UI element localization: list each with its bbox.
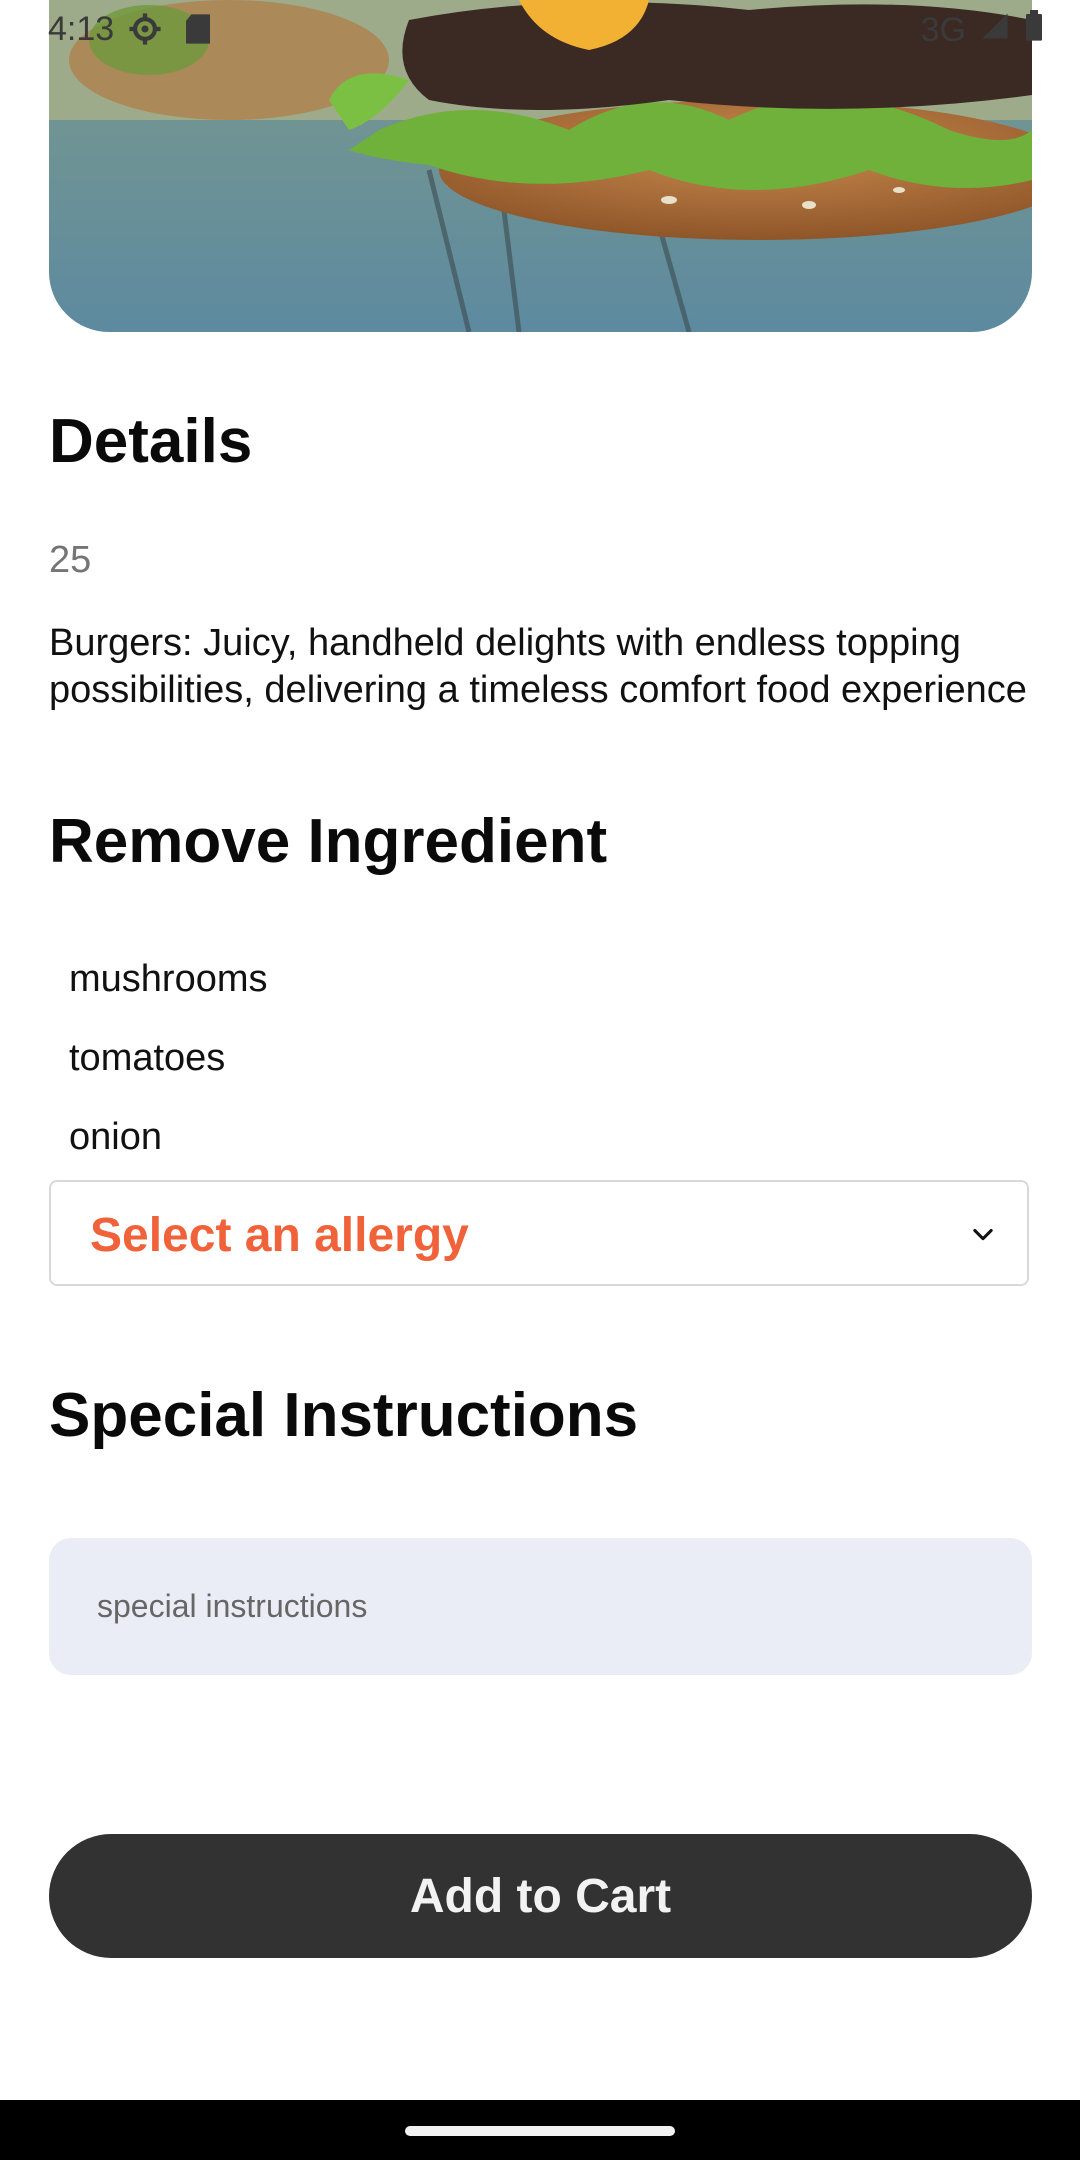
home-indicator[interactable]	[405, 2126, 675, 2136]
ingredient-item-tomatoes[interactable]: tomatoes	[49, 1019, 1032, 1098]
remove-ingredient-title: Remove Ingredient	[49, 807, 608, 876]
item-price: 25	[49, 539, 92, 581]
network-label: 3G	[920, 11, 966, 49]
signal-icon	[980, 11, 1010, 50]
battery-icon	[1024, 10, 1044, 51]
status-time: 4:13	[48, 10, 115, 48]
chevron-down-icon	[969, 1220, 997, 1253]
settings-icon	[128, 12, 162, 55]
ingredient-item-mushrooms[interactable]: mushrooms	[49, 940, 1032, 1019]
add-to-cart-button[interactable]: Add to Cart	[49, 1834, 1032, 1958]
ingredient-list: mushrooms tomatoes onion	[49, 940, 1032, 1177]
sd-card-icon	[184, 13, 212, 54]
allergy-dropdown[interactable]: Select an allergy	[49, 1180, 1029, 1286]
item-description: Burgers: Juicy, handheld delights with e…	[49, 622, 1027, 711]
details-title: Details	[49, 407, 253, 476]
special-instructions-title: Special Instructions	[49, 1381, 639, 1450]
special-instructions-input[interactable]	[49, 1538, 1032, 1675]
allergy-dropdown-label: Select an allergy	[90, 1209, 469, 1262]
navigation-bar	[0, 2100, 1080, 2160]
ingredient-item-onion[interactable]: onion	[49, 1098, 1032, 1177]
status-bar: 4:13 3G	[0, 0, 1080, 60]
